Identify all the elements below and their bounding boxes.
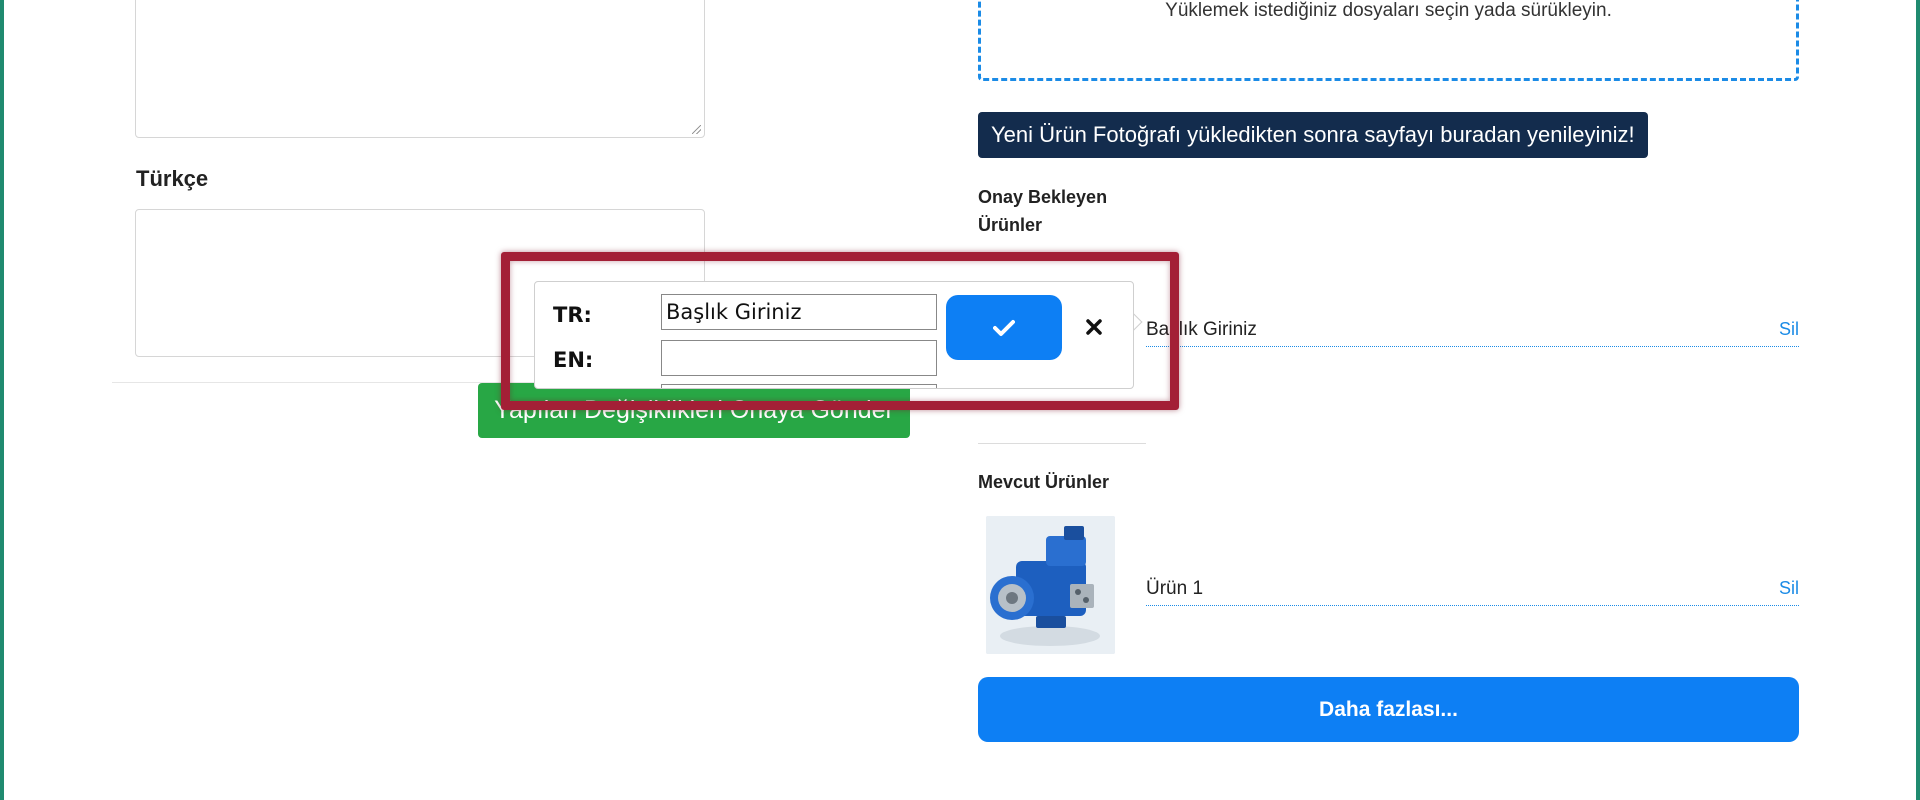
current-products-title: Mevcut Ürünler bbox=[978, 472, 1110, 492]
resize-handle-icon[interactable] bbox=[692, 125, 701, 134]
delete-pending-product-link[interactable]: Sil bbox=[1779, 319, 1799, 340]
load-more-button[interactable]: Daha fazlası... bbox=[978, 677, 1799, 742]
description-textarea[interactable] bbox=[135, 0, 705, 138]
tr-title-input[interactable] bbox=[661, 294, 937, 330]
divider bbox=[978, 443, 1146, 444]
file-dropzone[interactable]: Yüklemek istediğiniz dosyaları seçin yad… bbox=[978, 0, 1799, 81]
turkish-section-label: Türkçe bbox=[136, 166, 209, 191]
title-edit-popover: TR: EN: bbox=[534, 281, 1134, 389]
current-product-row: Ürün 1 Sil bbox=[1146, 576, 1799, 606]
dropzone-text: Yüklemek istediğiniz dosyaları seçin yad… bbox=[1165, 0, 1612, 21]
hydraulic-pump-image bbox=[986, 516, 1115, 654]
cancel-button[interactable] bbox=[1079, 312, 1109, 342]
tr-label: TR: bbox=[553, 303, 592, 327]
pending-product-row: Başlık Giriniz Sil bbox=[1146, 317, 1799, 347]
pending-products-title: Onay Bekleyen Ürünler bbox=[978, 187, 1108, 235]
pending-product-name[interactable]: Başlık Giriniz bbox=[1146, 319, 1257, 341]
en-label: EN: bbox=[553, 348, 594, 372]
delete-current-product-link[interactable]: Sil bbox=[1779, 578, 1799, 599]
close-icon bbox=[1086, 319, 1102, 335]
product-image bbox=[986, 516, 1115, 654]
additional-title-input[interactable] bbox=[661, 384, 937, 388]
en-title-input[interactable] bbox=[661, 340, 937, 376]
confirm-button[interactable] bbox=[946, 295, 1062, 360]
check-icon bbox=[993, 319, 1015, 336]
refresh-page-button[interactable]: Yeni Ürün Fotoğrafı yükledikten sonra sa… bbox=[978, 112, 1648, 158]
submit-for-approval-button[interactable]: Yapılan Değişiklikleri Onaya Gönder bbox=[478, 383, 910, 438]
current-product-name[interactable]: Ürün 1 bbox=[1146, 578, 1203, 600]
